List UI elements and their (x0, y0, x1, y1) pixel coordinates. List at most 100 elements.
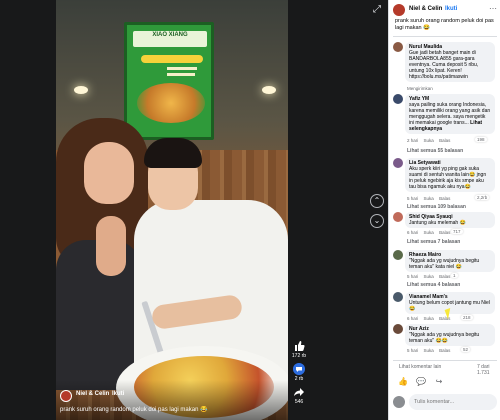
chevron-down-icon: ⌄ (373, 216, 381, 225)
commenter-avatar[interactable] (393, 158, 403, 168)
like-comment-link[interactable]: Suka (424, 274, 434, 279)
view-more-comments-link[interactable]: Lihat komentar lain (399, 364, 441, 370)
comment-meta: 5 hari Suka Balas (407, 196, 454, 201)
ceiling-lamp (74, 86, 88, 94)
commenter-avatar[interactable] (393, 292, 403, 302)
comment-text: Jantung aku melemah 😂 (409, 220, 466, 226)
divider (393, 360, 497, 361)
page-name[interactable]: Niel & Celin (409, 6, 442, 12)
reaction-count[interactable]: 198 (475, 137, 487, 142)
reply-link[interactable]: Balas (439, 230, 450, 235)
like-comment-link[interactable]: Suka (424, 196, 434, 201)
reaction-count[interactable]: 1 (451, 273, 458, 278)
comment-time: 5 hari (407, 274, 419, 279)
comment-icon[interactable]: 💬 (415, 376, 427, 388)
like-comment-link[interactable]: Suka (424, 230, 434, 235)
ceiling-lamp (262, 86, 276, 94)
video-player[interactable]: XIAO XIANG Niel & Celin Ikuti prank suru… (56, 0, 288, 420)
commenter-avatar[interactable] (393, 324, 403, 334)
comment-time: 6 hari (407, 230, 419, 235)
post-action-row: 👍 💬 ↪ (393, 376, 497, 388)
comment-count: 2 rb (294, 376, 304, 382)
divider (393, 36, 497, 37)
video-page-avatar[interactable] (60, 390, 72, 402)
comment-time: 2 hari (407, 138, 419, 143)
comment-bubble: Yafiz YM saya pailing suka orang Indones… (405, 94, 495, 134)
like-comment-link[interactable]: Suka (424, 348, 434, 353)
comment-input[interactable] (409, 394, 497, 410)
comment-time: 5 hari (407, 348, 419, 353)
share-count: 546 (294, 399, 304, 405)
like-action[interactable]: 172 rb (290, 340, 308, 359)
previous-video-button[interactable]: ⌃ (370, 194, 384, 208)
woman-arm (96, 216, 126, 276)
follow-link[interactable]: Ikuti (445, 6, 457, 12)
chevron-up-icon: ⌃ (373, 196, 381, 205)
comment-bubble: Lia Setyawati Aku sperk kiiri yg ping ga… (405, 158, 495, 192)
video-page-name[interactable]: Niel & Celin (76, 391, 109, 397)
comments-panel: Niel & Celin Ikuti ⋯ prank suruh orang r… (388, 0, 500, 420)
commenter-avatar[interactable] (393, 42, 403, 52)
comment-text: "Nggak ada yg wujudnya begitu teman aku"… (409, 258, 480, 270)
thumbs-up-icon (295, 341, 305, 351)
video-overlay-gradient (56, 380, 288, 420)
view-replies-link[interactable]: Lihat semua 55 balasan (407, 148, 463, 154)
thumbs-up-icon[interactable]: 👍 (397, 376, 409, 388)
comment-bubble: Shid Qiyaa Syauqi Jantung aku melemah 😂 (405, 212, 495, 228)
reply-link[interactable]: Balas (439, 196, 450, 201)
expand-icon[interactable]: ⤢ (371, 4, 383, 16)
comment-time: 6 hari (407, 316, 419, 321)
current-user-avatar (393, 396, 405, 408)
commenter-avatar[interactable] (393, 212, 403, 222)
like-comment-link[interactable]: Suka (424, 316, 434, 321)
comment-meta: 2 hari Suka Balas (407, 138, 454, 143)
comment-text: Gue jadi betah banget main di BANDARBOLA… (409, 50, 479, 80)
comment-text: "Nggak ada yg wujudnya begitu teman aku"… (409, 332, 480, 344)
comment-bubble-icon (293, 363, 305, 375)
comment-meta: Mengirimkan (407, 86, 437, 91)
menu-signboard: XIAO XIANG (124, 22, 214, 140)
video-follow-link[interactable]: Ikuti (112, 391, 124, 397)
reply-link[interactable]: Balas (439, 348, 450, 353)
comment-text: saya pailing suka orang Indonesia, karen… (409, 102, 491, 132)
page-avatar[interactable] (393, 4, 405, 16)
share-action[interactable]: 546 (290, 386, 308, 405)
reaction-count[interactable]: 218 (461, 315, 473, 320)
reaction-count[interactable]: 52 (461, 347, 471, 352)
comment-meta: 5 hari Suka Balas (407, 274, 454, 279)
woman-face (84, 142, 134, 204)
sign-banner (141, 55, 203, 63)
view-replies-link[interactable]: Lihat semua 109 balasan (407, 204, 466, 210)
comment-rank: 7 dari 1.731 (477, 364, 490, 376)
video-caption: prank suruh orang random peluk doi pas l… (60, 407, 208, 413)
comment-status: Mengirimkan (407, 86, 433, 91)
comment-time: 5 hari (407, 196, 419, 201)
comment-action[interactable]: 2 rb (290, 363, 308, 382)
commenter-avatar[interactable] (393, 94, 403, 104)
post-caption: prank suruh orang random peluk doi pas l… (395, 18, 494, 31)
reply-link[interactable]: Balas (439, 138, 450, 143)
video-action-bar: 172 rb 2 rb 546 (290, 340, 308, 409)
sign-dish-image (137, 83, 205, 123)
comment-bubble: Nur Aziz "Nggak ada yg wujudnya begitu t… (405, 324, 495, 346)
view-replies-link[interactable]: Lihat semua 4 balasan (407, 282, 460, 288)
like-count: 172 rb (291, 353, 307, 359)
comment-bubble: Rhaeza Mairo "Nggak ada yg wujudnya begi… (405, 250, 495, 272)
video-stage: XIAO XIANG Niel & Celin Ikuti prank suru… (0, 0, 388, 420)
comment-text: Aku sperk kiiri yg ping gak suka suami d… (409, 166, 487, 190)
reaction-count[interactable]: 2,2rb (475, 195, 490, 200)
share-icon[interactable]: ↪ (433, 376, 445, 388)
share-arrow-icon (294, 388, 304, 396)
next-video-button[interactable]: ⌄ (370, 214, 384, 228)
sign-brand-text: XIAO XIANG (133, 31, 207, 47)
commenter-avatar[interactable] (393, 250, 403, 260)
reaction-count[interactable]: 717 (451, 229, 463, 234)
like-comment-link[interactable]: Suka (424, 138, 434, 143)
more-options-icon[interactable]: ⋯ (489, 4, 497, 13)
stage-backdrop-left (0, 0, 56, 420)
comment-meta: 6 hari Suka Balas (407, 230, 454, 235)
comment-bubble: Nurul Maulida Gue jadi betah banget main… (405, 42, 495, 82)
sign-text-line (167, 67, 197, 70)
view-replies-link[interactable]: Lihat semua 7 balasan (407, 239, 460, 245)
reply-link[interactable]: Balas (439, 274, 450, 279)
